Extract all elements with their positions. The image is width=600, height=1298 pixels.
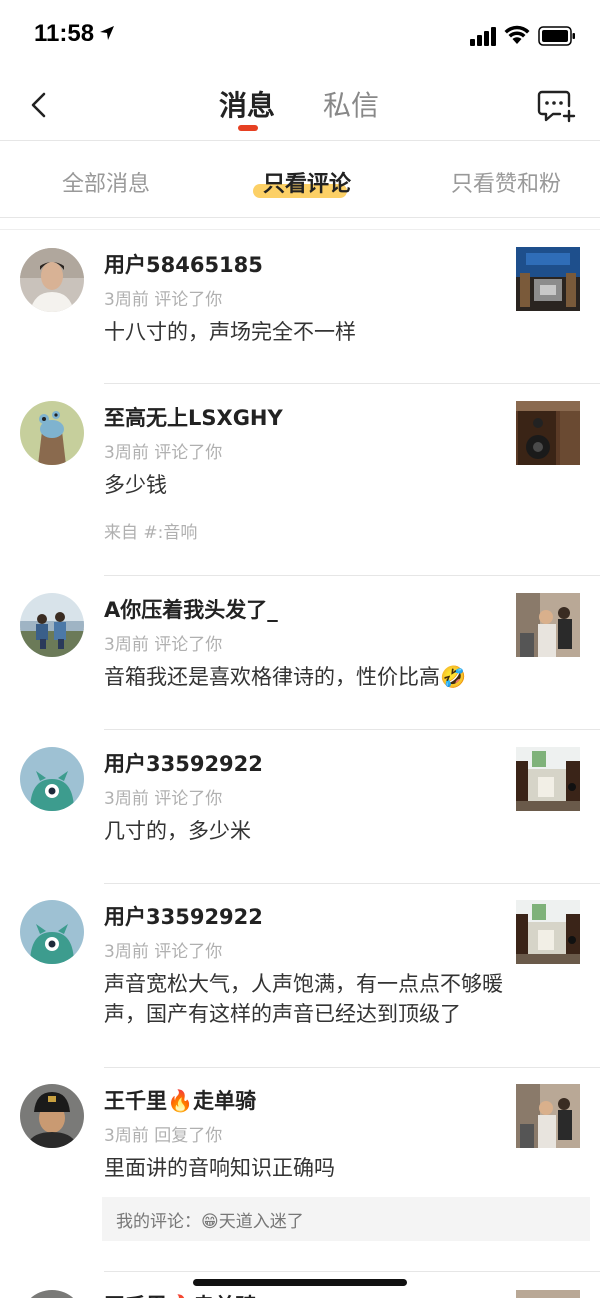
user-name[interactable]: 用户33592922: [104, 748, 263, 778]
post-thumbnail[interactable]: [516, 1084, 580, 1148]
comment-text: 几寸的，多少米: [104, 819, 251, 843]
filter-comments-only[interactable]: 只看评论: [263, 166, 351, 198]
user-name[interactable]: A你压着我头发了_: [104, 594, 278, 624]
avatar[interactable]: [20, 1290, 84, 1298]
comment-meta: 3周前 评论了你: [104, 290, 223, 310]
back-icon[interactable]: [26, 90, 52, 120]
post-thumbnail[interactable]: [516, 900, 580, 964]
my-comment-quote[interactable]: 我的评论：😁天道入迷了: [102, 1197, 590, 1241]
user-name[interactable]: 王千里🔥走单骑: [104, 1085, 256, 1115]
user-name[interactable]: 至高无上LSXGHY: [104, 402, 283, 432]
post-thumbnail[interactable]: [516, 747, 580, 811]
list-item[interactable]: 用户58465185 3周前 评论了你 十八寸的，声场完全不一样: [0, 230, 600, 384]
tab-messages[interactable]: 消息: [219, 84, 275, 124]
comment-text: 里面讲的音响知识正确吗: [104, 1156, 335, 1180]
status-bar: 11:58: [0, 0, 600, 70]
top-nav: 消息 私信: [0, 70, 600, 141]
list-item[interactable]: A你压着我头发了_ 3周前 评论了你 音箱我还是喜欢格律诗的，性价比高🤣: [0, 576, 600, 730]
battery-icon: [538, 26, 575, 46]
comment-meta: 3周前 评论了你: [104, 635, 223, 655]
cellular-signal-icon: [470, 27, 496, 46]
post-thumbnail[interactable]: [516, 1290, 580, 1298]
post-thumbnail[interactable]: [516, 593, 580, 657]
status-time: 11:58: [34, 20, 95, 47]
source-topic[interactable]: 来自 #:音响: [104, 518, 197, 543]
my-comment-text: 我的评论：😁天道入迷了: [116, 1212, 304, 1232]
comment-meta: 3周前 回复了你: [104, 1126, 223, 1146]
comment-text: 多少钱: [104, 473, 167, 497]
user-name[interactable]: 用户58465185: [104, 249, 263, 279]
comment-meta: 3周前 评论了你: [104, 942, 223, 962]
avatar[interactable]: [20, 900, 84, 964]
avatar[interactable]: [20, 401, 84, 465]
avatar[interactable]: [20, 747, 84, 811]
user-name[interactable]: 用户33592922: [104, 901, 263, 931]
comment-meta: 3周前 评论了你: [104, 443, 223, 463]
list-item[interactable]: 王千里🔥走单骑 3周前 回复了你 里面讲的音响知识正确吗 我的评论：😁天道入迷了: [0, 1068, 600, 1272]
filter-all-messages[interactable]: 全部消息: [62, 166, 150, 198]
list-item[interactable]: 用户33592922 3周前 评论了你 声音宽松大气，人声饱满，有一点点不够暖声…: [0, 884, 600, 1068]
filter-likes-and-fans[interactable]: 只看赞和粉: [451, 166, 561, 198]
post-thumbnail[interactable]: [516, 247, 580, 311]
list-item[interactable]: 至高无上LSXGHY 3周前 评论了你 多少钱 来自 #:音响: [0, 384, 600, 576]
list-item[interactable]: 用户33592922 3周前 评论了你 几寸的，多少米: [0, 730, 600, 884]
home-indicator[interactable]: [193, 1279, 407, 1286]
comment-meta: 3周前 评论了你: [104, 789, 223, 809]
user-name[interactable]: 王千里🔥走单骑: [104, 1290, 256, 1298]
avatar[interactable]: [20, 1084, 84, 1148]
comment-text: 音箱我还是喜欢格律诗的，性价比高🤣: [104, 665, 467, 689]
avatar[interactable]: [20, 593, 84, 657]
comment-text: 十八寸的，声场完全不一样: [104, 320, 356, 344]
tab-direct-messages[interactable]: 私信: [323, 84, 379, 124]
wifi-icon: [504, 25, 530, 44]
new-chat-icon[interactable]: [536, 88, 576, 124]
filter-tabs: 全部消息 只看评论 只看赞和粉: [0, 141, 600, 218]
active-tab-indicator: [238, 125, 258, 131]
post-thumbnail[interactable]: [516, 401, 580, 465]
location-arrow-icon: [100, 26, 114, 40]
comment-text: 声音宽松大气，人声饱满，有一点点不够暖声，国产有这样的声音已经达到顶级了: [104, 972, 503, 1026]
avatar[interactable]: [20, 248, 84, 312]
